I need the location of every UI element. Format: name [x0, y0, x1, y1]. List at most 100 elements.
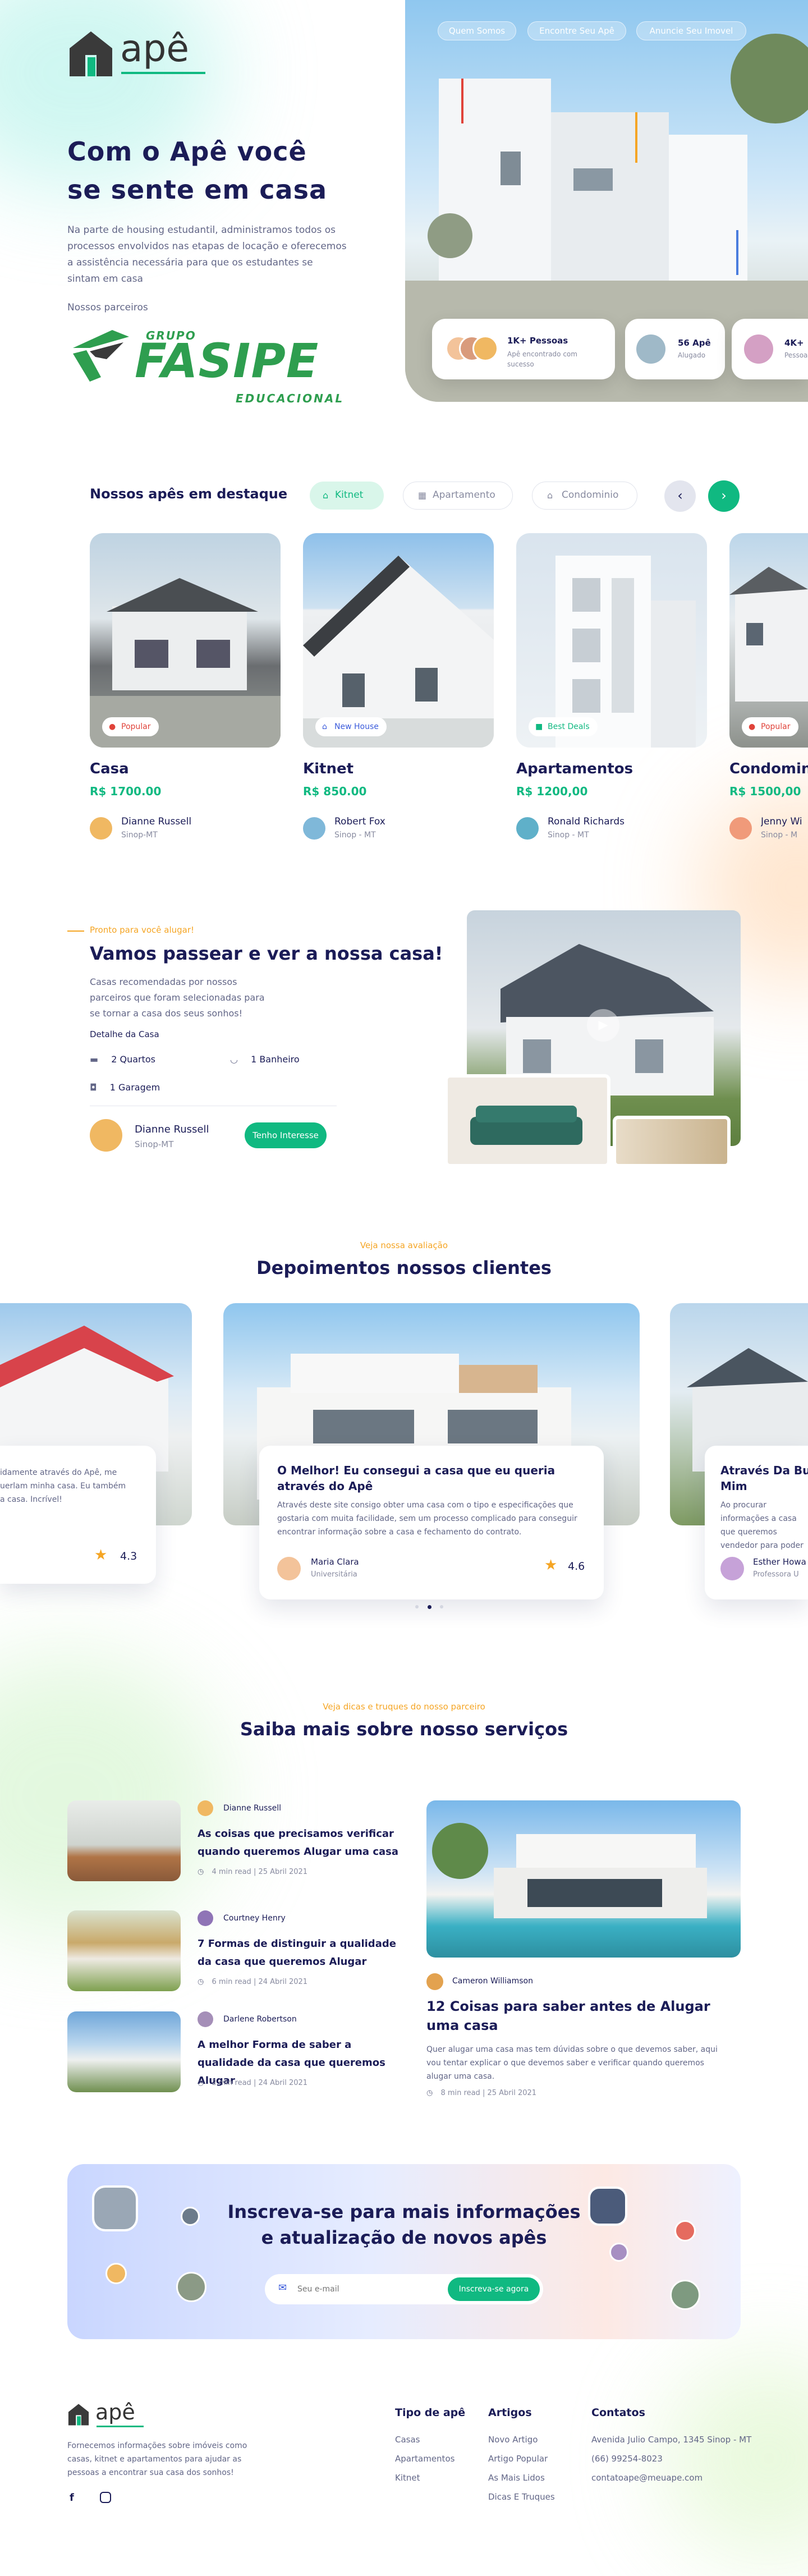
- nav-encontre-seu-ape[interactable]: Encontre Seu Apê: [527, 21, 626, 40]
- tab-kitnet[interactable]: ⌂ Kitnet: [310, 482, 384, 510]
- prev-button[interactable]: ‹: [664, 480, 696, 512]
- footer-link[interactable]: Novo Artigo: [488, 2435, 538, 2445]
- featured-post-author: Cameron Williamson: [452, 1977, 533, 1986]
- facebook-icon[interactable]: f: [70, 2492, 74, 2504]
- hero-title: Com o Apê você se sente em casa: [67, 136, 327, 205]
- email-input[interactable]: [297, 2281, 421, 2298]
- bath-icon: ◡: [230, 1054, 238, 1065]
- footer-link[interactable]: Dicas E Truques: [488, 2492, 555, 2502]
- star-icon: ★: [94, 1547, 108, 1564]
- house-icon: ⌂: [547, 490, 553, 501]
- featured-post-title[interactable]: 12 Coisas para saber antes de Alugar uma…: [426, 1997, 729, 2035]
- footer-link[interactable]: Casas: [395, 2435, 420, 2445]
- tab-condominio[interactable]: ⌂ Condominio: [532, 482, 637, 510]
- next-button[interactable]: ›: [708, 480, 740, 512]
- photo-bubble: [176, 2272, 206, 2302]
- car-icon: ◘: [90, 1082, 97, 1093]
- review-card-main: O Melhor! Eu consegui a casa que eu quer…: [259, 1446, 604, 1599]
- visit-description: Casas recomendadas por nossos parceiros …: [90, 977, 265, 1019]
- nav-quem-somos[interactable]: Quem Somos: [438, 21, 516, 40]
- badge-best-deals: ■ Best Deals: [529, 717, 598, 736]
- badge-popular: ● Popular: [102, 717, 159, 736]
- visit-eyebrow: Pronto para você alugar!: [90, 925, 195, 935]
- card-price: R$ 850.00: [303, 785, 367, 798]
- house-photo: [432, 1823, 707, 1918]
- footer-link[interactable]: Kitnet: [395, 2473, 420, 2483]
- card-image-apartamentos[interactable]: ■ Best Deals: [516, 533, 707, 748]
- brand-logo[interactable]: apê: [67, 27, 213, 77]
- footer-phone[interactable]: (66) 99254-8023: [591, 2454, 663, 2464]
- stat-people: 1K+ Pessoas Apê encontrado com sucesso: [432, 319, 615, 379]
- blog-post-image[interactable]: [67, 1800, 181, 1881]
- photo-bubble: [670, 2280, 700, 2310]
- featured-post-image[interactable]: [426, 1800, 741, 1958]
- subscribe-banner: Inscreva-se para mais informações e atua…: [67, 2164, 741, 2339]
- interest-button[interactable]: Tenho Interesse: [245, 1122, 327, 1148]
- house-logo-icon: [68, 2404, 89, 2426]
- brand-underline: [97, 2426, 144, 2427]
- tag-icon: ■: [535, 722, 543, 731]
- subscribe-button[interactable]: Inscreva-se agora: [448, 2277, 540, 2301]
- avatar: [90, 817, 112, 840]
- footer-link[interactable]: Apartamentos: [395, 2454, 454, 2464]
- footer-email[interactable]: contatoape@meuape.com: [591, 2473, 703, 2483]
- house-photo: [729, 567, 808, 702]
- owner-location: Sinop - MT: [548, 831, 589, 840]
- detail-garage: ◘ 1 Garagem: [90, 1082, 160, 1093]
- card-price: R$ 1200,00: [516, 785, 588, 798]
- blog-post-image[interactable]: [67, 1910, 181, 1991]
- reviews-title: Depoimentos nossos clientes: [256, 1257, 552, 1278]
- building-icon: ▦: [418, 490, 427, 501]
- footer-link[interactable]: Artigo Popular: [488, 2454, 548, 2464]
- avatar: [105, 2263, 127, 2284]
- owner-name: Robert Fox: [334, 816, 385, 827]
- post-title[interactable]: 7 Formas de distinguir a qualidade da ca…: [198, 1935, 405, 1971]
- house-photo: [303, 556, 494, 748]
- instagram-icon[interactable]: [100, 2492, 111, 2503]
- footer-link[interactable]: As Mais Lidos: [488, 2473, 545, 2483]
- carousel-dots[interactable]: [415, 1604, 449, 1610]
- footer-col-title: Artigos: [488, 2407, 532, 2419]
- badge-popular: ● Popular: [742, 717, 798, 736]
- card-title: Apartamentos: [516, 760, 633, 777]
- avatar: [303, 817, 325, 840]
- email-field[interactable]: ✉ Inscreva-se agora: [265, 2274, 543, 2304]
- nav-anuncie-seu-imovel[interactable]: Anuncie Seu Imovel: [636, 21, 746, 40]
- brand-name: apê: [95, 2400, 135, 2424]
- brand-name: apê: [120, 27, 189, 70]
- bed-icon: ▬: [90, 1054, 99, 1065]
- post-meta: ◷ 6 min read | 24 Abril 2021: [198, 1978, 308, 1986]
- owner-name: Ronald Richards: [548, 816, 625, 827]
- agent-name: Dianne Russell: [135, 1124, 209, 1135]
- partners-label: Nossos parceiros: [67, 302, 148, 313]
- carousel-dot-active[interactable]: [428, 1605, 431, 1609]
- carousel-dot[interactable]: [415, 1605, 419, 1608]
- owner-location: Sinop - M: [761, 831, 798, 840]
- avatar: [198, 1800, 213, 1816]
- building-photo: [556, 556, 696, 748]
- footer-col-title: Tipo de apê: [395, 2407, 466, 2419]
- carousel-dot[interactable]: [440, 1605, 443, 1608]
- review-card-right: Através Da Bus Mim Ao procurar informaçõ…: [705, 1446, 808, 1599]
- card-image-casa[interactable]: ● Popular: [90, 533, 281, 748]
- brand-underline: [121, 72, 205, 74]
- fasipe-mark-icon: [73, 330, 129, 382]
- avatar: [516, 817, 539, 840]
- play-button[interactable]: ▶: [587, 1009, 619, 1042]
- owner-name: Jenny Wi: [761, 816, 802, 827]
- owner-location: Sinop - MT: [334, 831, 376, 840]
- blog-post-image[interactable]: [67, 2011, 181, 2092]
- footer-logo[interactable]: apê: [67, 2400, 157, 2431]
- tab-apartamento[interactable]: ▦ Apartamento: [403, 482, 513, 510]
- post-author: Courtney Henry: [223, 1914, 286, 1923]
- card-title: Condominio: [729, 760, 808, 777]
- sofa-photo: [470, 1106, 582, 1145]
- visit-title: Vamos passear e ver a nossa casa!: [90, 943, 443, 964]
- avatar: [636, 334, 665, 364]
- card-image-kitnet[interactable]: ⌂ New House: [303, 533, 494, 748]
- visit-interior-photo: [444, 1074, 610, 1167]
- owner-name: Dianne Russell: [121, 816, 192, 827]
- mail-icon: ✉: [278, 2282, 287, 2294]
- card-image-condominio[interactable]: ● Popular: [729, 533, 808, 748]
- post-title[interactable]: As coisas que precisamos verificar quand…: [198, 1825, 405, 1861]
